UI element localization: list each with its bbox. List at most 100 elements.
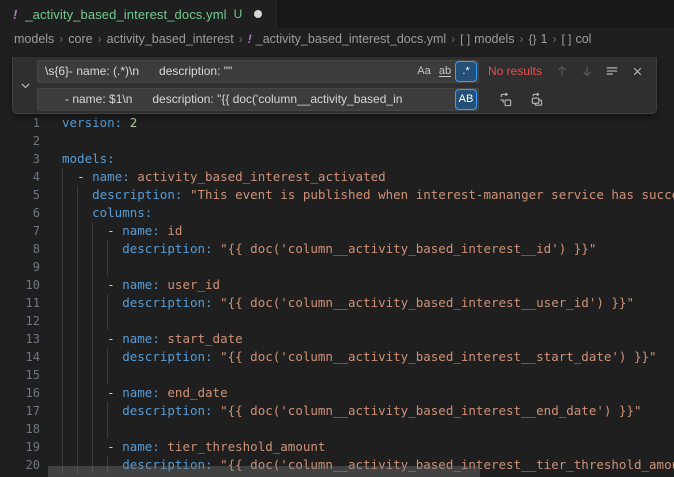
line-number[interactable]: 9 [0, 258, 62, 276]
preserve-case-toggle[interactable]: AB [456, 90, 476, 109]
line-number[interactable]: 10 [0, 276, 62, 294]
breadcrumb-item[interactable]: [ ] col [561, 32, 591, 46]
find-in-selection-button[interactable] [602, 61, 622, 81]
line-number[interactable]: 5 [0, 186, 62, 204]
breadcrumb-item[interactable]: !_activity_based_interest_docs.yml [248, 32, 446, 46]
breadcrumb-item[interactable]: [ ]models [460, 32, 514, 46]
code-line[interactable]: 8 description: "{{ doc('column__activity… [0, 240, 674, 258]
line-number[interactable]: 1 [0, 114, 62, 132]
code-line-content[interactable]: - name: tier_threshold_amount [62, 438, 674, 456]
find-replace-widget: \s{6}- name: (.*)\n description: "" Aa a… [12, 57, 657, 114]
regex-toggle[interactable]: .* [456, 62, 476, 81]
previous-match-button[interactable] [552, 61, 572, 81]
breadcrumb-item[interactable]: core [68, 32, 92, 46]
code-line[interactable]: 7 - name: id [0, 222, 674, 240]
breadcrumb-label: col [575, 32, 591, 46]
breadcrumb: models›core›activity_based_interest›!_ac… [0, 28, 674, 50]
code-line-content[interactable]: models: [62, 150, 674, 168]
line-number[interactable]: 18 [0, 420, 62, 438]
indent-guide [107, 348, 108, 366]
replace-icon [498, 92, 513, 107]
breadcrumb-separator: › [552, 32, 556, 46]
modified-dot-icon[interactable] [254, 10, 262, 18]
line-number[interactable]: 11 [0, 294, 62, 312]
replace-all-button[interactable] [526, 89, 546, 109]
line-number[interactable]: 14 [0, 348, 62, 366]
code-line-content[interactable]: - name: activity_based_interest_activate… [62, 168, 674, 186]
code-line-content[interactable]: - name: user_id [62, 276, 674, 294]
breadcrumb-item[interactable]: activity_based_interest [107, 32, 234, 46]
indent-guide [62, 420, 63, 438]
line-number[interactable]: 12 [0, 312, 62, 330]
code-line[interactable]: 17 description: "{{ doc('column__activit… [0, 402, 674, 420]
line-number[interactable]: 15 [0, 366, 62, 384]
replace-one-button[interactable] [495, 89, 515, 109]
code-line[interactable]: 9 [0, 258, 674, 276]
find-input[interactable]: \s{6}- name: (.*)\n description: "" Aa a… [37, 60, 479, 83]
line-number[interactable]: 16 [0, 384, 62, 402]
code-line-content[interactable]: columns: [62, 204, 674, 222]
code-line-content[interactable] [62, 420, 674, 438]
indent-guide [92, 384, 93, 402]
line-number[interactable]: 13 [0, 330, 62, 348]
whole-word-toggle[interactable]: ab [435, 62, 455, 81]
code-line[interactable]: 3models: [0, 150, 674, 168]
indent-guide [107, 402, 108, 420]
close-find-widget-button[interactable] [627, 61, 647, 81]
replace-row: - name: $1\n description: "{{ doc('colum… [37, 88, 650, 111]
code-line-content[interactable]: - name: start_date [62, 330, 674, 348]
editor-tab[interactable]: ! _activity_based_interest_docs.yml U [0, 0, 277, 28]
editor-pane[interactable]: 1version: 223models:4 - name: activity_b… [0, 50, 674, 477]
code-line[interactable]: 14 description: "{{ doc('column__activit… [0, 348, 674, 366]
indent-guide [77, 222, 78, 240]
code-line[interactable]: 16 - name: end_date [0, 384, 674, 402]
indent-guide [77, 330, 78, 348]
code-line[interactable]: 19 - name: tier_threshold_amount [0, 438, 674, 456]
code-line-content[interactable] [62, 366, 674, 384]
horizontal-scrollbar[interactable] [48, 466, 480, 477]
line-number[interactable]: 8 [0, 240, 62, 258]
indent-guide [77, 348, 78, 366]
code-line[interactable]: 5 description: "This event is published … [0, 186, 674, 204]
line-number[interactable]: 3 [0, 150, 62, 168]
code-line-content[interactable]: description: "{{ doc('column__activity_b… [62, 402, 674, 420]
code-line[interactable]: 6 columns: [0, 204, 674, 222]
indent-guide [92, 258, 93, 276]
code-line[interactable]: 18 [0, 420, 674, 438]
match-case-toggle[interactable]: Aa [414, 62, 434, 81]
code-line[interactable]: 11 description: "{{ doc('column__activit… [0, 294, 674, 312]
toggle-replace-chevron[interactable] [13, 57, 37, 113]
indent-guide [107, 258, 108, 276]
code-line-content[interactable]: - name: id [62, 222, 674, 240]
code-line[interactable]: 13 - name: start_date [0, 330, 674, 348]
code-line[interactable]: 1version: 2 [0, 114, 674, 132]
line-number[interactable]: 2 [0, 132, 62, 150]
indent-guide [77, 258, 78, 276]
code-line[interactable]: 2 [0, 132, 674, 150]
line-number[interactable]: 6 [0, 204, 62, 222]
next-match-button[interactable] [577, 61, 597, 81]
indent-guide [92, 294, 93, 312]
code-line[interactable]: 4 - name: activity_based_interest_activa… [0, 168, 674, 186]
code-line-content[interactable]: version: 2 [62, 114, 674, 132]
symbol-array-icon: [ ] [561, 32, 571, 46]
code-line-content[interactable]: description: "{{ doc('column__activity_b… [62, 240, 674, 258]
code-line-content[interactable]: description: "This event is published wh… [62, 186, 674, 204]
replace-input[interactable]: - name: $1\n description: "{{ doc('colum… [37, 88, 479, 111]
code-line[interactable]: 10 - name: user_id [0, 276, 674, 294]
code-area[interactable]: 1version: 223models:4 - name: activity_b… [0, 114, 674, 474]
code-line-content[interactable] [62, 312, 674, 330]
code-line-content[interactable] [62, 258, 674, 276]
line-number[interactable]: 19 [0, 438, 62, 456]
line-number[interactable]: 17 [0, 402, 62, 420]
line-number[interactable]: 7 [0, 222, 62, 240]
breadcrumb-item[interactable]: models [14, 32, 54, 46]
code-line-content[interactable]: description: "{{ doc('column__activity_b… [62, 294, 674, 312]
breadcrumb-item[interactable]: {}1 [528, 32, 547, 46]
line-number[interactable]: 4 [0, 168, 62, 186]
code-line-content[interactable] [62, 132, 674, 150]
code-line-content[interactable]: description: "{{ doc('column__activity_b… [62, 348, 674, 366]
code-line-content[interactable]: - name: end_date [62, 384, 674, 402]
code-line[interactable]: 12 [0, 312, 674, 330]
code-line[interactable]: 15 [0, 366, 674, 384]
